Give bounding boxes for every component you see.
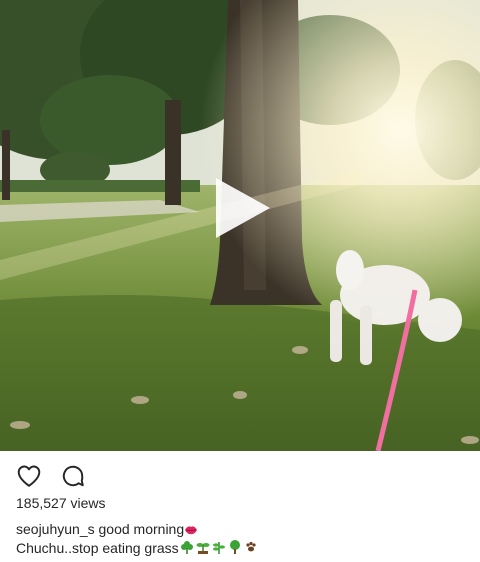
play-icon (216, 178, 270, 238)
comment-icon[interactable] (60, 463, 86, 489)
paw-prints-emoji (246, 541, 256, 552)
caption-line-1: seojuhyun_s good morning (16, 520, 466, 539)
caption: seojuhyun_s good morning Chuchu..stop ea… (16, 520, 466, 558)
lips-emoji (185, 526, 198, 535)
video-post[interactable] (0, 0, 480, 451)
caption-text-1: good morning (98, 521, 185, 537)
play-button[interactable] (212, 176, 274, 240)
tree-emoji (229, 540, 240, 554)
view-count: 185,527 views (16, 495, 106, 511)
caption-line-2: Chuchu..stop eating grass (16, 539, 466, 558)
seedling-emoji (196, 543, 210, 554)
username[interactable]: seojuhyun_s (16, 521, 95, 537)
shamrock-emoji (180, 541, 193, 554)
herb-emoji (212, 542, 225, 554)
caption-text-2: Chuchu..stop eating grass (16, 540, 179, 556)
action-bar (16, 462, 86, 490)
heart-icon[interactable] (16, 463, 42, 489)
